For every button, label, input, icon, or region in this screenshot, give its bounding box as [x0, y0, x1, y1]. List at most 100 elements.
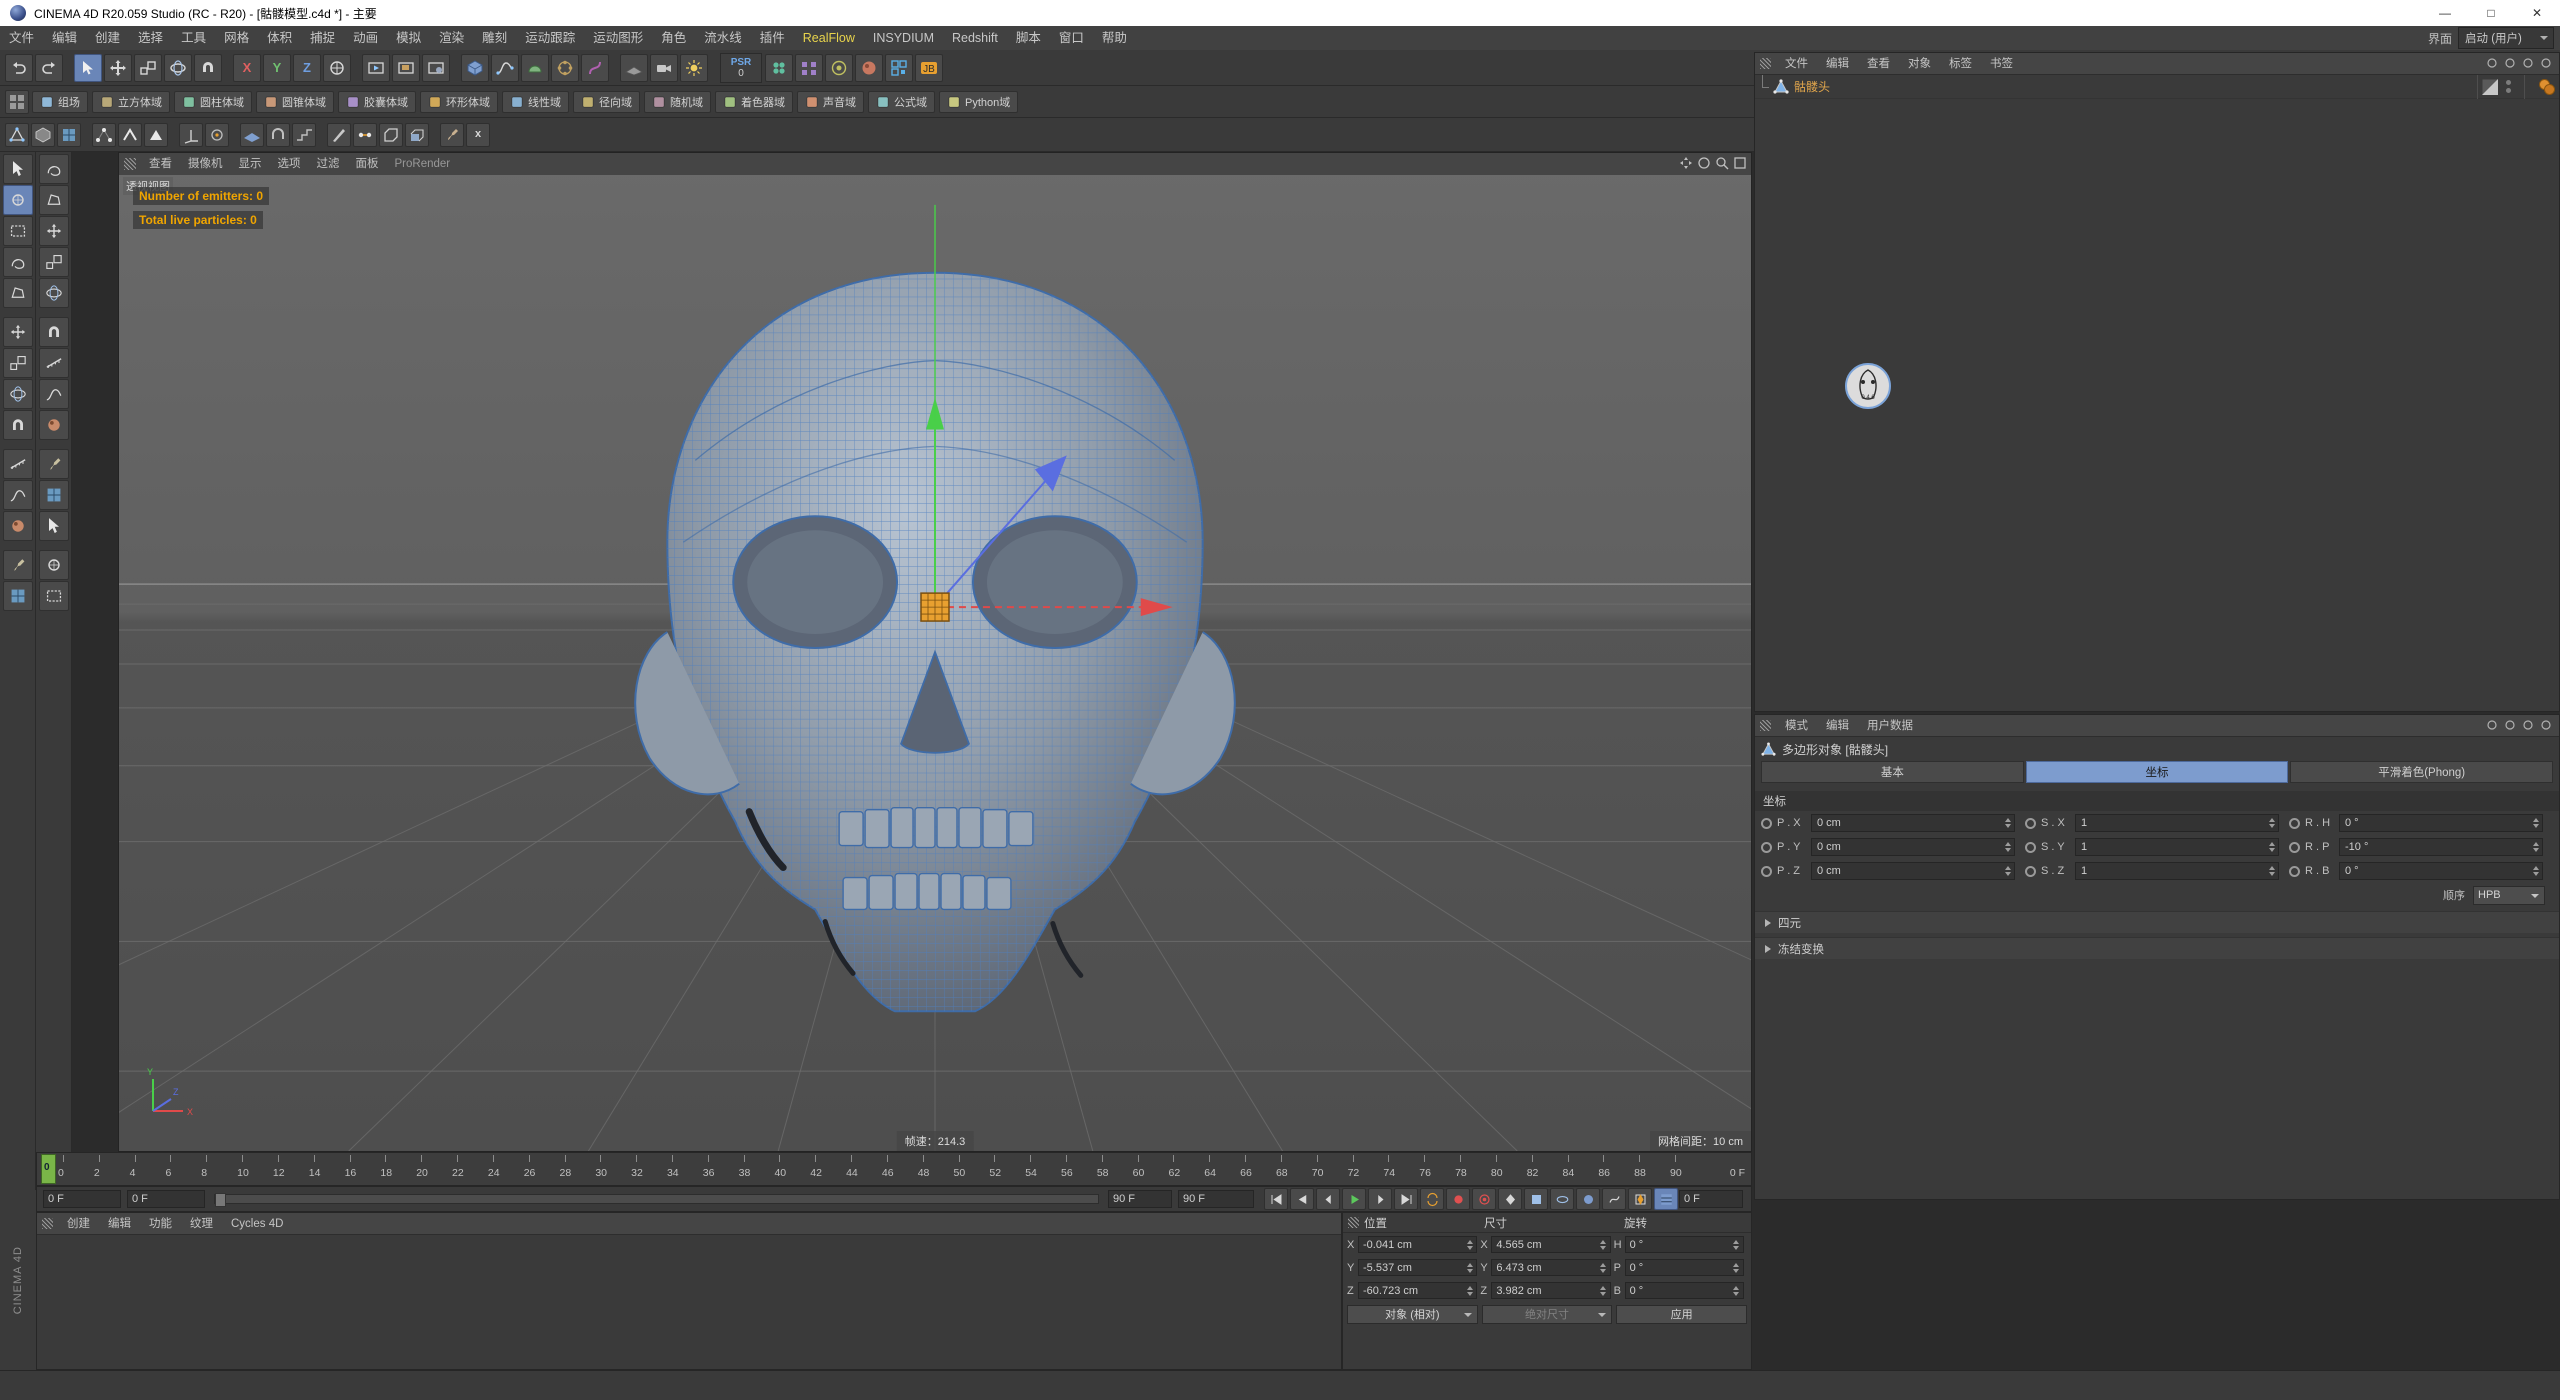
alt-magnet-tool[interactable] — [38, 410, 69, 440]
menu-item-1[interactable]: 编辑 — [43, 26, 86, 50]
spinner-icon[interactable] — [2003, 816, 2012, 830]
field-button-12[interactable]: Python域 — [939, 90, 1019, 113]
field-button-0[interactable]: 组场 — [32, 90, 88, 113]
spinner-icon[interactable] — [1732, 1284, 1741, 1298]
attribute-tab-2[interactable]: 平滑着色(Phong) — [2290, 761, 2554, 783]
spline-tool[interactable] — [2, 480, 33, 510]
spinner-icon[interactable] — [2267, 864, 2276, 878]
position-radio-2[interactable] — [1761, 865, 1772, 877]
quantize-button[interactable] — [292, 122, 316, 147]
scale-radio-2[interactable] — [2025, 865, 2036, 877]
menu-item-16[interactable]: 插件 — [751, 26, 794, 50]
menu-item-15[interactable]: 流水线 — [695, 26, 751, 50]
menu-item-4[interactable]: 工具 — [172, 26, 215, 50]
character-button[interactable]: JB — [915, 53, 943, 82]
rotation-field-1[interactable]: 0 ° — [1624, 1259, 1744, 1276]
menu-item-17[interactable]: RealFlow — [794, 26, 864, 50]
field-button-11[interactable]: 公式域 — [868, 90, 935, 113]
alt-texture-tool[interactable] — [38, 581, 69, 611]
secondary-frame-field[interactable]: 0 F — [127, 1190, 205, 1208]
menu-item-21[interactable]: 窗口 — [1050, 26, 1093, 50]
viewport-menu-6[interactable]: ProRender — [387, 153, 459, 175]
go-to-end-button[interactable] — [1394, 1188, 1418, 1210]
alt-rotate-tool[interactable] — [38, 379, 69, 409]
menu-item-20[interactable]: 脚本 — [1007, 26, 1050, 50]
spinner-icon[interactable] — [2267, 816, 2276, 830]
star-icon[interactable] — [2504, 719, 2517, 732]
panel-drag-grip-icon[interactable] — [1760, 720, 1771, 731]
scale-tool[interactable] — [2, 348, 33, 378]
rotation-field-0[interactable]: 0 ° — [1624, 1236, 1744, 1253]
layout-select[interactable]: 启动 (用户) — [2458, 27, 2554, 49]
position-field-2[interactable]: 0 cm — [1811, 862, 2015, 880]
spinner-icon[interactable] — [2003, 864, 2012, 878]
live-selection-tool[interactable] — [2, 185, 33, 215]
alt-scale-tool[interactable] — [38, 348, 69, 378]
matmenu-item-3[interactable]: 纹理 — [181, 1213, 222, 1235]
world-coordinate-button[interactable] — [323, 53, 351, 82]
attribute-tab-0[interactable]: 基本 — [1761, 761, 2024, 783]
rotation-field-0[interactable]: 0 ° — [2339, 814, 2543, 832]
sculpt-tool[interactable] — [2, 511, 33, 541]
scale-radio-1[interactable] — [2025, 841, 2036, 853]
size-field-2[interactable]: 3.982 cm — [1491, 1282, 1611, 1299]
matmenu-item-4[interactable]: Cycles 4D — [222, 1213, 292, 1235]
cube-primitive-button[interactable] — [461, 53, 489, 82]
star-icon[interactable] — [2504, 57, 2517, 70]
polygon-mode-button[interactable] — [144, 122, 168, 147]
model-mode-button[interactable] — [31, 122, 55, 147]
matmenu-item-2[interactable]: 功能 — [140, 1213, 181, 1235]
knife-button[interactable] — [327, 122, 351, 147]
alt-measure-tool[interactable] — [38, 449, 69, 479]
matmenu-item-1[interactable]: 编辑 — [99, 1213, 140, 1235]
scale-field-2[interactable]: 1 — [2075, 862, 2279, 880]
search-icon[interactable] — [2486, 719, 2499, 732]
menu-item-22[interactable]: 帮助 — [1093, 26, 1136, 50]
rotate-button[interactable] — [164, 53, 192, 82]
rotate-tool[interactable] — [2, 379, 33, 409]
format-button[interactable]: x — [466, 122, 490, 147]
field-button-10[interactable]: 声音域 — [797, 90, 864, 113]
alt-spline-tool[interactable] — [38, 480, 69, 510]
field-button-5[interactable]: 环形体域 — [420, 90, 498, 113]
menu-item-3[interactable]: 选择 — [129, 26, 172, 50]
range-start-field[interactable]: 90 F — [1108, 1190, 1172, 1208]
menu-item-11[interactable]: 雕刻 — [473, 26, 516, 50]
field-button-6[interactable]: 线性域 — [502, 90, 569, 113]
panel-drag-grip-icon[interactable] — [42, 1218, 53, 1229]
nurbs-button[interactable] — [521, 53, 549, 82]
visibility-toggle-icon[interactable] — [2481, 78, 2499, 96]
spinner-icon[interactable] — [2267, 840, 2276, 854]
spinner-icon[interactable] — [2003, 840, 2012, 854]
rotation-radio-2[interactable] — [2289, 865, 2300, 877]
position-radio-1[interactable] — [1761, 841, 1772, 853]
time-slider[interactable] — [214, 1193, 1099, 1207]
drag-grip-icon[interactable] — [1348, 1217, 1359, 1228]
objmenu-item-1[interactable]: 编辑 — [1817, 53, 1858, 75]
camera-button[interactable] — [650, 53, 678, 82]
go-to-start-button[interactable] — [1264, 1188, 1288, 1210]
render-settings-button[interactable] — [422, 53, 450, 82]
objmenu-item-5[interactable]: 书签 — [1981, 53, 2022, 75]
floor-button[interactable] — [620, 53, 648, 82]
menu-item-8[interactable]: 动画 — [344, 26, 387, 50]
gear-icon[interactable] — [2540, 57, 2553, 70]
alt-lasso-selection-tool[interactable] — [38, 247, 69, 277]
objmenu-item-2[interactable]: 查看 — [1858, 53, 1899, 75]
rotation-radio-1[interactable] — [2289, 841, 2300, 853]
matmenu-item-0[interactable]: 创建 — [58, 1213, 99, 1235]
objmenu-item-0[interactable]: 文件 — [1776, 53, 1817, 75]
menu-item-14[interactable]: 角色 — [652, 26, 695, 50]
alt-move-tool[interactable] — [38, 317, 69, 347]
timeline-ruler[interactable]: 0 0 F 0 2 4 6 8 10 12 14 16 18 20 22 24 26 28 30 32 34 36 3… — [36, 1152, 1752, 1186]
menu-item-7[interactable]: 捕捉 — [301, 26, 344, 50]
alt-selection-tool[interactable] — [38, 154, 69, 184]
key-position-button[interactable] — [1498, 1188, 1522, 1210]
spinner-icon[interactable] — [1599, 1284, 1608, 1298]
rectangle-selection-tool[interactable] — [2, 216, 33, 246]
brush-button[interactable] — [440, 122, 464, 147]
timeline-playhead[interactable]: 0 — [41, 1154, 56, 1184]
size-mode-select[interactable]: 绝对尺寸 — [1481, 1304, 1613, 1324]
end-frame-field[interactable]: 0 F — [1679, 1190, 1743, 1208]
close-button[interactable]: ✕ — [2514, 0, 2560, 26]
